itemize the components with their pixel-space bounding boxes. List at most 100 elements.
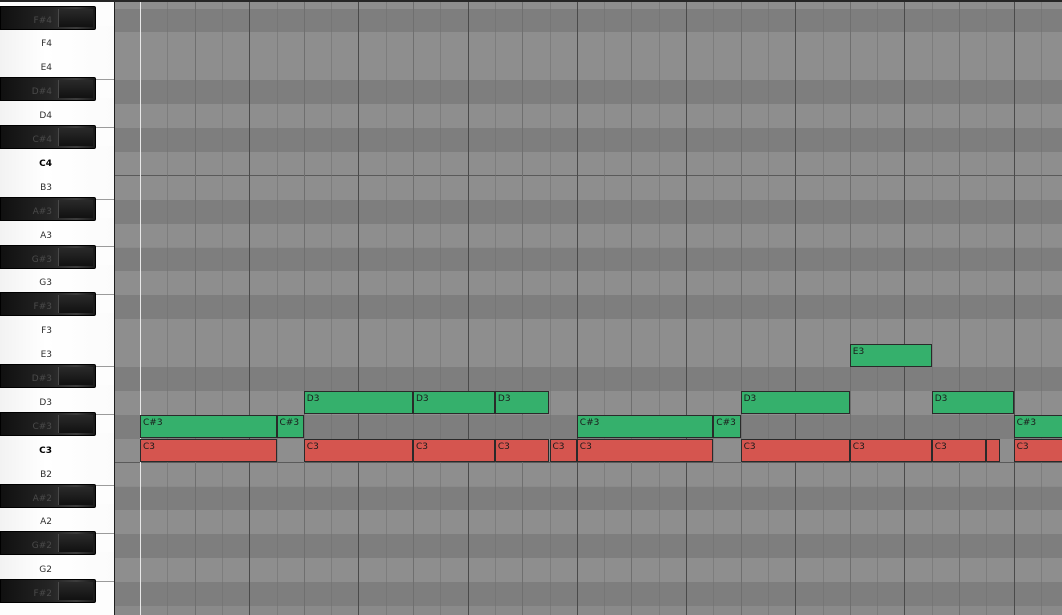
piano-roll-editor: F#4 F4 E4 D#4 D4 C#4 C4 B3 A#3 A3 G#3 G3 F#3 F3 E3 D#3 D… — [0, 0, 1062, 615]
note-c3[interactable]: C3 — [413, 439, 495, 463]
note-c-sharp3[interactable]: C#3 — [576, 415, 714, 439]
grid-row[interactable] — [115, 582, 1062, 606]
grid-half-beat-line — [494, 0, 496, 615]
grid-bar-line — [249, 0, 251, 615]
black-key-cap — [58, 295, 93, 314]
grid-row[interactable] — [115, 367, 1062, 391]
key-label: C3 — [39, 445, 52, 456]
grid-beat-line — [413, 0, 414, 615]
note-d3[interactable]: D3 — [931, 391, 1014, 415]
note-d3[interactable]: D3 — [303, 391, 413, 415]
note-e3[interactable]: E3 — [849, 343, 932, 367]
note-c-sharp3[interactable]: C#3 — [713, 415, 741, 439]
key-label: C#3 — [32, 421, 52, 432]
grid-half-beat-line — [331, 0, 333, 615]
grid-half-beat-line — [877, 0, 879, 615]
key-label: A#3 — [32, 206, 52, 217]
key-label: F4 — [41, 39, 52, 50]
note-c3[interactable]: C3 — [494, 439, 550, 463]
grid-row[interactable] — [115, 390, 1062, 415]
key-label: F3 — [41, 326, 52, 337]
grid-row[interactable] — [115, 223, 1062, 248]
note-c3[interactable]: C3 — [849, 439, 932, 463]
grid-row[interactable] — [115, 271, 1062, 296]
note-c3[interactable]: C3 — [931, 439, 987, 463]
note-c-sharp3[interactable]: C#3 — [140, 415, 277, 439]
grid-bar-line — [795, 0, 797, 615]
grid-row[interactable] — [115, 80, 1062, 105]
grid-bar-line — [467, 0, 469, 615]
black-key-cap — [58, 486, 93, 505]
grid-row[interactable] — [115, 295, 1062, 320]
grid-beat-line — [631, 0, 633, 615]
grid-half-beat-line — [658, 0, 660, 615]
key-label: A#2 — [32, 493, 52, 504]
note-c-sharp3[interactable]: C#3 — [276, 415, 304, 439]
grid-row[interactable] — [115, 319, 1062, 344]
grid-row[interactable] — [115, 8, 1062, 33]
grid-beat-line — [303, 0, 305, 615]
grid-row[interactable] — [115, 486, 1062, 511]
grid-half-beat-line — [713, 0, 715, 615]
key-label: G2 — [39, 565, 52, 576]
grid-half-beat-line — [822, 0, 824, 615]
key-label: G#3 — [31, 254, 52, 265]
grid-row[interactable] — [115, 104, 1062, 128]
note-grid[interactable]: E3 D3 D3 D3 D3 D3 C#3 C#3 C#3 C#3 C#3 C3 C3 C3 C3 C3 C3 C… — [115, 0, 1062, 615]
black-key-cap — [58, 247, 93, 266]
note-c3[interactable]: C3 — [1013, 439, 1062, 463]
piano-keyboard: F#4 F4 E4 D#4 D4 C#4 C4 B3 A#3 A3 G#3 G3 F#3 F3 E3 D#3 D… — [0, 0, 115, 615]
grid-row[interactable] — [115, 151, 1062, 176]
grid-row[interactable] — [115, 56, 1062, 81]
key-label: B3 — [40, 182, 52, 193]
note-c3-short[interactable] — [986, 439, 1000, 463]
grid-bar-line — [358, 0, 360, 615]
grid-row[interactable] — [115, 175, 1062, 200]
key-label: F#2 — [33, 589, 52, 600]
key-label: A3 — [40, 230, 52, 241]
key-label: C#4 — [32, 135, 52, 145]
note-d3[interactable]: D3 — [413, 391, 495, 415]
grid-half-beat-line — [549, 0, 551, 615]
note-c3[interactable]: C3 — [740, 439, 850, 463]
grid-half-beat-line — [167, 0, 169, 615]
black-key-cap — [58, 8, 93, 27]
key-label: D4 — [39, 111, 52, 122]
key-label: E4 — [40, 63, 52, 74]
key-label: B2 — [40, 469, 52, 480]
grid-beat-line — [959, 0, 960, 615]
grid-row[interactable] — [115, 128, 1062, 152]
grid-row[interactable] — [115, 558, 1062, 583]
key-label: E3 — [40, 350, 52, 361]
note-c-sharp3[interactable]: C#3 — [1013, 415, 1062, 439]
grid-half-beat-line — [986, 0, 988, 615]
grid-half-beat-line — [1040, 0, 1042, 615]
black-key-cap — [58, 80, 93, 99]
grid-row[interactable] — [115, 534, 1062, 559]
grid-half-beat-line — [931, 0, 933, 615]
key-label: C4 — [39, 158, 52, 169]
key-label: F#3 — [33, 302, 52, 313]
playhead-line[interactable] — [140, 0, 141, 615]
note-c3[interactable]: C3 — [140, 439, 277, 463]
grid-half-beat-line — [221, 0, 223, 615]
note-d3[interactable]: D3 — [740, 391, 850, 415]
grid-row[interactable] — [115, 510, 1062, 535]
grid-bar-line — [1013, 0, 1015, 615]
note-c3[interactable]: C3 — [549, 439, 577, 463]
grid-row[interactable] — [115, 199, 1062, 224]
key-label: A2 — [40, 517, 52, 528]
grid-row[interactable] — [115, 32, 1062, 57]
grid-beat-line — [522, 0, 524, 615]
black-key-cap — [58, 128, 93, 146]
black-key-cap — [58, 199, 93, 218]
grid-row[interactable] — [115, 247, 1062, 272]
note-d3[interactable]: D3 — [494, 391, 550, 415]
grid-row[interactable] — [115, 462, 1062, 487]
grid-beat-line — [194, 0, 196, 615]
grid-beat-line — [740, 0, 742, 615]
black-key-cap — [58, 582, 93, 601]
note-c3[interactable]: C3 — [303, 439, 413, 463]
note-c3[interactable]: C3 — [576, 439, 714, 463]
key-label: G#2 — [31, 541, 52, 552]
